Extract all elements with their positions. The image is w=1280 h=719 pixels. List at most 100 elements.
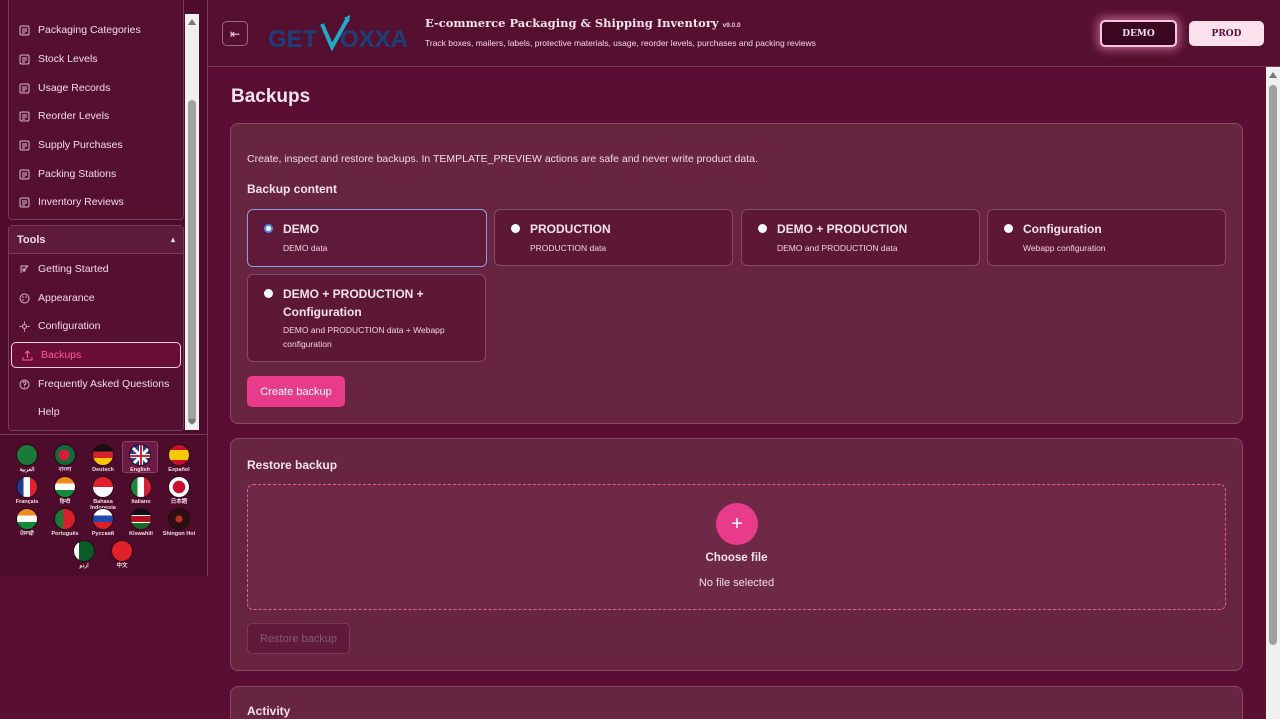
flag-japanese[interactable]: 日本語: [161, 476, 197, 505]
sidebar-item-backups[interactable]: Backups: [11, 342, 181, 368]
option-desc: DEMO and PRODUCTION data + Webapp config…: [283, 325, 445, 349]
flag-label: Español: [168, 467, 190, 473]
restore-backup-card: Restore backup + Choose file No file sel…: [230, 438, 1243, 671]
list-icon: [19, 25, 30, 36]
option-demo-production-configuration[interactable]: DEMO + PRODUCTION + Configuration DEMO a…: [247, 274, 486, 362]
language-selector: العربية বাংলা Deutsch English Español Fr…: [0, 434, 208, 576]
scrollbar-thumb[interactable]: [188, 100, 196, 424]
flag-label: 日本語: [170, 499, 188, 505]
option-demo[interactable]: DEMO DEMO data: [247, 209, 487, 267]
flag-italian[interactable]: Italiano: [123, 476, 159, 505]
flag-label: ਪੰਜਾਬੀ: [20, 531, 34, 537]
option-title: PRODUCTION: [530, 222, 611, 236]
list-icon: [19, 197, 30, 208]
option-demo-production[interactable]: DEMO + PRODUCTION DEMO and PRODUCTION da…: [741, 209, 980, 266]
flag-italy-icon: [130, 476, 152, 498]
sidebar-item-supply-purchases[interactable]: Supply Purchases: [9, 132, 183, 158]
radio[interactable]: [264, 289, 273, 298]
flag-english[interactable]: English: [122, 441, 158, 473]
backup-content-title: Backup content: [247, 182, 338, 196]
create-backup-button[interactable]: Create backup: [247, 376, 345, 407]
option-production[interactable]: PRODUCTION PRODUCTION data: [494, 209, 733, 266]
flag-german[interactable]: Deutsch: [85, 444, 121, 473]
sidebar-item-faq[interactable]: Frequently Asked Questions: [9, 371, 183, 397]
sidebar-item-label: Backups: [41, 349, 82, 361]
sidebar-scrollbar[interactable]: [185, 14, 199, 430]
sidebar-item-appearance[interactable]: Appearance: [9, 285, 183, 311]
app-header: ⇤ GET OXXA E-commerce Packaging & Shippi…: [208, 0, 1280, 67]
sidebar-item-inventory-reviews[interactable]: Inventory Reviews: [9, 189, 183, 215]
flag-portuguese[interactable]: Português: [47, 508, 83, 537]
flag-china-icon: [111, 540, 133, 562]
scrollbar-thumb[interactable]: [1269, 85, 1277, 645]
plus-icon[interactable]: +: [716, 503, 758, 545]
flag-bangladesh-icon: [54, 444, 76, 466]
flag-label: Shingon Hoi: [162, 531, 196, 537]
env-prod-button[interactable]: PROD: [1189, 21, 1264, 46]
flag-label: বাংলা: [58, 467, 72, 473]
flag-urdu[interactable]: اردو: [66, 540, 102, 569]
main-scrollbar[interactable]: [1266, 67, 1280, 719]
sidebar-item-stock-levels[interactable]: Stock Levels: [9, 46, 183, 72]
flag-label: Русский: [91, 531, 115, 537]
sidebar-nav-group: Packaging Categories Stock Levels Usage …: [8, 0, 184, 220]
scroll-up-arrow-icon[interactable]: [1269, 72, 1277, 78]
sidebar-item-configuration[interactable]: Configuration: [9, 313, 183, 339]
restore-backup-button[interactable]: Restore backup: [247, 623, 350, 654]
flag-chinese[interactable]: 中文: [104, 540, 140, 569]
scroll-up-arrow-icon[interactable]: [188, 19, 196, 25]
flag-french[interactable]: Français: [9, 476, 45, 505]
sidebar-item-label: Usage Records: [38, 82, 111, 94]
flag-spain-icon: [168, 444, 190, 466]
sidebar-toggle-button[interactable]: ⇤: [222, 21, 248, 46]
list-icon: [19, 83, 30, 94]
flag-swahili[interactable]: Kiswahili: [123, 508, 159, 537]
sidebar-item-label: Getting Started: [38, 263, 109, 275]
flag-france-icon: [16, 476, 38, 498]
flag-label: Deutsch: [92, 467, 114, 473]
sidebar-item-reorder-levels[interactable]: Reorder Levels: [9, 103, 183, 129]
upload-icon: [22, 349, 33, 361]
sidebar-item-label: Stock Levels: [38, 53, 98, 65]
sidebar-item-usage-records[interactable]: Usage Records: [9, 75, 183, 101]
radio-selected[interactable]: [264, 224, 273, 233]
option-desc: Webapp configuration: [1023, 243, 1106, 253]
radio[interactable]: [511, 224, 520, 233]
flag-indonesian[interactable]: Bahasa Indonesia: [85, 476, 121, 511]
flag-punjabi[interactable]: ਪੰਜਾਬੀ: [9, 508, 45, 537]
svg-text:OXXA: OXXA: [340, 26, 408, 52]
question-icon: [19, 379, 30, 390]
sidebar-item-label: Configuration: [38, 320, 101, 332]
collapse-sidebar-icon: ⇤: [229, 26, 241, 41]
sidebar-item-label: Supply Purchases: [38, 139, 123, 151]
flag-arabic[interactable]: العربية: [9, 444, 45, 473]
option-desc: DEMO and PRODUCTION data: [777, 243, 898, 253]
flag-india-icon: [16, 508, 38, 530]
page-title: Backups: [231, 86, 311, 107]
flag-portugal-icon: [54, 508, 76, 530]
tools-header[interactable]: Tools ▴: [9, 226, 183, 254]
choose-file-label[interactable]: Choose file: [248, 552, 1225, 564]
intro-text: Create, inspect and restore backups. In …: [247, 153, 758, 165]
create-backup-card: Create, inspect and restore backups. In …: [230, 123, 1243, 424]
flag-hindi[interactable]: हिन्दी: [47, 476, 83, 505]
option-desc: PRODUCTION data: [530, 243, 607, 253]
sidebar-item-help[interactable]: Help: [9, 399, 183, 425]
sidebar-item-packaging-categories[interactable]: Packaging Categories: [9, 17, 183, 43]
file-drop-zone[interactable]: + Choose file No file selected: [247, 484, 1226, 610]
flag-spanish[interactable]: Español: [161, 444, 197, 473]
flag-indonesia-icon: [92, 476, 114, 498]
sidebar-item-packing-stations[interactable]: Packing Stations: [9, 161, 183, 187]
flag-shingon-icon: [168, 508, 190, 530]
radio[interactable]: [758, 224, 767, 233]
flag-label: English: [130, 467, 150, 473]
scroll-down-arrow-icon[interactable]: [188, 419, 196, 425]
flag-shingon[interactable]: Shingon Hoi: [161, 508, 197, 537]
option-configuration[interactable]: Configuration Webapp configuration: [987, 209, 1226, 266]
env-demo-button[interactable]: DEMO: [1100, 20, 1177, 47]
flag-bengali[interactable]: বাংলা: [47, 444, 83, 473]
radio[interactable]: [1004, 224, 1013, 233]
sidebar-item-getting-started[interactable]: Getting Started: [9, 256, 183, 282]
flag-russian[interactable]: Русский: [85, 508, 121, 537]
sidebar-item-label: Packaging Categories: [38, 24, 141, 36]
